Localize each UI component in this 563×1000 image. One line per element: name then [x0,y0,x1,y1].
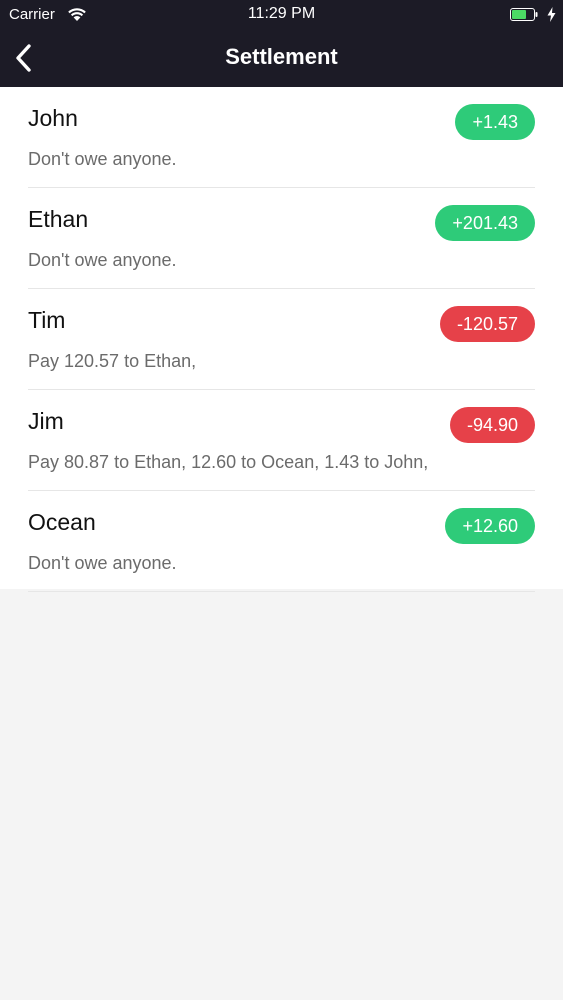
settlement-description: Pay 80.87 to Ethan, 12.60 to Ocean, 1.43… [28,452,429,472]
header: Carrier 11:29 PM Settlement [0,0,563,87]
person-name: Tim [28,307,66,333]
list-item[interactable]: Ocean +12.60 Don't owe anyone. [28,491,535,592]
person-name: Jim [28,408,64,434]
settlement-list: John +1.43 Don't owe anyone. Ethan +201.… [0,87,563,592]
list-item[interactable]: Jim -94.90 Pay 80.87 to Ethan, 12.60 to … [28,390,535,491]
balance-badge: +12.60 [445,508,535,544]
balance-badge: -120.57 [439,306,535,342]
balance-badge: +1.43 [455,104,535,140]
charging-bolt-icon [547,7,556,22]
list-item[interactable]: Ethan +201.43 Don't owe anyone. [28,188,535,289]
person-name: Ocean [28,509,96,535]
settlement-description: Don't owe anyone. [28,553,177,573]
battery-icon [510,8,538,21]
balance-badge: +201.43 [435,205,535,241]
status-bar: Carrier 11:29 PM [0,0,563,30]
list-item[interactable]: Tim -120.57 Pay 120.57 to Ethan, [28,289,535,390]
settlement-description: Don't owe anyone. [28,149,177,169]
list-item[interactable]: John +1.43 Don't owe anyone. [28,87,535,188]
balance-badge: -94.90 [449,407,535,443]
settlement-description: Don't owe anyone. [28,250,177,270]
settlement-description: Pay 120.57 to Ethan, [28,351,197,371]
person-name: John [28,105,78,131]
page-title: Settlement [225,44,338,69]
person-name: Ethan [28,206,89,232]
navigation-bar: Settlement [0,30,563,87]
status-time: 11:29 PM [247,5,316,22]
